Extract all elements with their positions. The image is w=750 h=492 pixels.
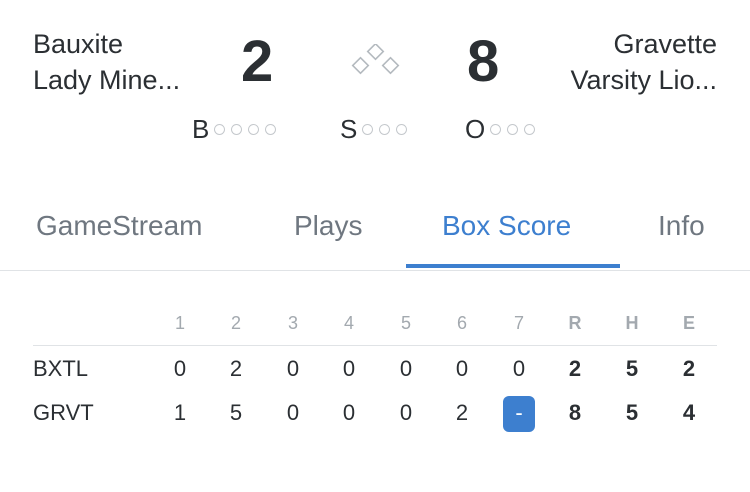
inning-score: 0 [286, 400, 300, 425]
inning-header: 7 [513, 313, 524, 333]
team-abbreviation: GRVT [33, 400, 94, 425]
away-team-line2: Varsity Lio... [570, 65, 717, 95]
tab-box-score[interactable]: Box Score [442, 210, 571, 242]
inning-score: 2 [455, 400, 469, 425]
errors-total: 2 [682, 356, 696, 381]
strike-dot [396, 123, 408, 135]
inning-score: 1 [173, 400, 187, 425]
current-inning-cell: - [499, 396, 539, 432]
away-team-name: Gravette Varsity Lio... [570, 26, 717, 98]
home-team-score: 2 [241, 29, 274, 94]
errors-total: 4 [682, 400, 696, 425]
inning-header: 1 [174, 313, 185, 333]
bases-diamond-icon [348, 42, 404, 80]
home-team-line1: Bauxite [33, 29, 124, 59]
ball-dot [231, 123, 243, 135]
runs-total: 8 [568, 400, 582, 425]
errors-header: E [682, 313, 695, 333]
box-score-header-row: 1 2 3 4 5 6 7 R H E [33, 305, 717, 346]
away-team-line1: Gravette [613, 29, 717, 59]
out-dot [490, 123, 502, 135]
outs-label: O [465, 113, 486, 144]
table-row: BXTL 0 2 0 0 0 0 0 2 5 2 [33, 346, 717, 390]
first-base-icon [381, 56, 400, 75]
tab-info[interactable]: Info [658, 210, 705, 242]
out-dot [507, 123, 519, 135]
current-inning-indicator: - [503, 396, 535, 432]
table-row: GRVT 1 5 0 0 0 2 - 8 5 4 [33, 390, 717, 434]
runs-header: R [568, 313, 582, 333]
out-dot [524, 123, 536, 135]
strikes-label: S [340, 113, 358, 144]
inning-header: 4 [343, 313, 354, 333]
inning-header: 6 [456, 313, 467, 333]
ball-dot [265, 123, 277, 135]
active-tab-indicator [406, 264, 620, 268]
balls-indicator: B [192, 113, 282, 144]
inning-header: 2 [230, 313, 241, 333]
inning-score: 2 [229, 356, 243, 381]
tab-bar: GameStream Plays Box Score Info [0, 196, 750, 271]
tab-plays[interactable]: Plays [294, 210, 362, 242]
hits-total: 5 [625, 400, 639, 425]
box-score-table: 1 2 3 4 5 6 7 R H E BXTL 0 2 0 0 0 0 0 2… [33, 305, 717, 434]
inning-header: 3 [287, 313, 298, 333]
strikes-indicator: S [340, 113, 413, 144]
away-team-score: 8 [467, 29, 500, 94]
balls-label: B [192, 113, 210, 144]
tab-gamestream[interactable]: GameStream [36, 210, 203, 242]
inning-score: 0 [512, 356, 526, 381]
inning-score: 0 [399, 356, 413, 381]
second-base-icon [366, 42, 385, 61]
third-base-icon [351, 56, 370, 75]
inning-score: 0 [286, 356, 300, 381]
inning-score: 5 [229, 400, 243, 425]
runs-total: 2 [568, 356, 582, 381]
ball-dot [248, 123, 260, 135]
hits-total: 5 [625, 356, 639, 381]
strike-dot [379, 123, 391, 135]
inning-header: 5 [400, 313, 411, 333]
home-team-line2: Lady Mine... [33, 65, 181, 95]
inning-score: 0 [342, 400, 356, 425]
ball-dot [214, 123, 226, 135]
strike-dot [362, 123, 374, 135]
inning-score: 0 [173, 356, 187, 381]
team-abbreviation: BXTL [33, 356, 89, 381]
hits-header: H [625, 313, 639, 333]
inning-score: 0 [399, 400, 413, 425]
home-team-name: Bauxite Lady Mine... [33, 26, 180, 98]
inning-score: 0 [455, 356, 469, 381]
outs-indicator: O [465, 113, 541, 144]
inning-score: 0 [342, 356, 356, 381]
